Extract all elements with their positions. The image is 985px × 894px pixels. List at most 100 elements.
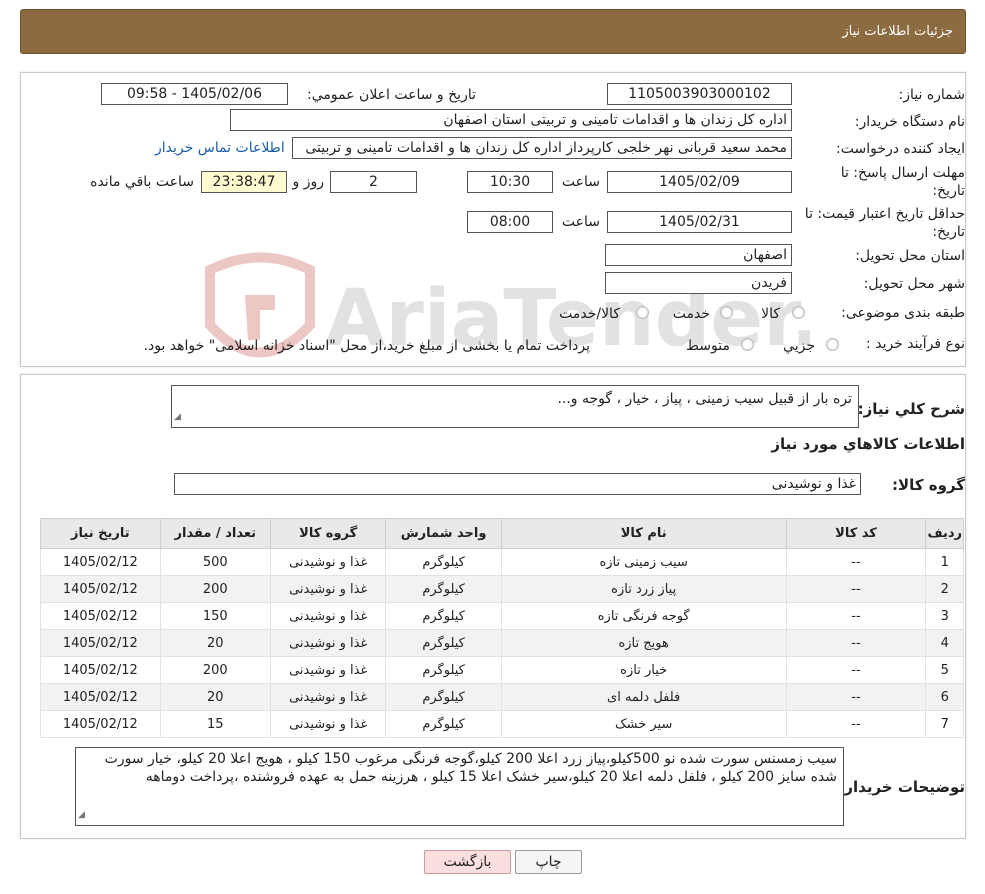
process-radio-partial[interactable] xyxy=(826,338,839,351)
cell-date: 1405/02/12 xyxy=(40,548,161,576)
table-row: 1 -- سیب زمینی تازه کیلوگرم غذا و نوشیدنی 500… xyxy=(40,548,964,576)
announce-label: تاريخ و ساعت اعلان عمومي: xyxy=(307,87,476,103)
col-header-quantity: تعداد / مقدار xyxy=(159,518,271,549)
page-title: جزئیات اطلاعات نیاز xyxy=(842,24,953,39)
cell-date: 1405/02/12 xyxy=(40,656,161,684)
cell-group: غذا و نوشیدنی xyxy=(269,602,387,630)
cell-quantity: 20 xyxy=(159,629,271,657)
category-radio-service[interactable] xyxy=(720,306,733,319)
cell-date: 1405/02/12 xyxy=(40,683,161,711)
cell-group: غذا و نوشیدنی xyxy=(269,683,387,711)
category-radio-goods-service[interactable] xyxy=(636,306,649,319)
cell-quantity: 500 xyxy=(159,548,271,576)
cell-date: 1405/02/12 xyxy=(40,710,161,738)
col-header-row-number: ردیف xyxy=(925,518,964,549)
cell-row-number: 2 xyxy=(925,575,964,603)
cell-row-number: 6 xyxy=(925,683,964,711)
cell-row-number: 1 xyxy=(925,548,964,576)
goods-info-title: اطلاعات کالاهاي مورد نياز xyxy=(771,435,965,453)
buyer-notes-textarea[interactable]: سیب زمسنس سورت شده نو 500کیلو،پیاز زرد ا… xyxy=(75,747,844,826)
cell-name: گوجه فرنگی تازه xyxy=(500,602,787,630)
cell-quantity: 200 xyxy=(159,656,271,684)
province-label: استان محل تحویل: xyxy=(855,248,965,264)
goods-group-field: غذا و نوشیدنی xyxy=(174,473,861,495)
category-option-service: خدمت xyxy=(672,306,710,322)
col-header-group: گروه کالا xyxy=(269,518,387,549)
buyer-notes-label: توضیحات خریدار: xyxy=(838,778,965,796)
table-row: 6 -- فلفل دلمه ای کیلوگرم غذا و نوشیدنی 20 140… xyxy=(40,683,964,711)
cell-unit: کیلوگرم xyxy=(385,548,502,576)
cell-unit: کیلوگرم xyxy=(385,656,502,684)
table-row: 4 -- هویج تازه کیلوگرم غذا و نوشیدنی 20 1405/0… xyxy=(40,629,964,657)
back-button[interactable]: بازگشت xyxy=(424,850,511,874)
cell-row-number: 5 xyxy=(925,656,964,684)
cell-code: -- xyxy=(785,602,927,630)
cell-unit: کیلوگرم xyxy=(385,575,502,603)
cell-code: -- xyxy=(785,548,927,576)
cell-code: -- xyxy=(785,575,927,603)
cell-group: غذا و نوشیدنی xyxy=(269,575,387,603)
cell-row-number: 4 xyxy=(925,629,964,657)
cell-group: غذا و نوشیدنی xyxy=(269,656,387,684)
process-option-medium: متوسط xyxy=(686,338,730,354)
page-header: جزئیات اطلاعات نیاز xyxy=(20,9,966,54)
cell-quantity: 20 xyxy=(159,683,271,711)
cell-group: غذا و نوشیدنی xyxy=(269,629,387,657)
cell-group: غذا و نوشیدنی xyxy=(269,710,387,738)
cell-code: -- xyxy=(785,629,927,657)
goods-table: ردیف کد کالا نام کالا واحد شمارش گروه کا… xyxy=(40,518,964,738)
resize-grip-icon[interactable]: ◢ xyxy=(174,408,181,426)
table-row: 7 -- سیر خشک کیلوگرم غذا و نوشیدنی 15 1405/02/… xyxy=(40,710,964,738)
buyer-notes-text: سیب زمسنس سورت شده نو 500کیلو،پیاز زرد ا… xyxy=(104,751,837,785)
city-field: فریدن xyxy=(605,272,792,294)
creator-label: ایجاد کننده درخواست: xyxy=(836,141,965,157)
announce-field: 1405/02/06 - 09:58 xyxy=(101,83,288,105)
cell-code: -- xyxy=(785,656,927,684)
cell-date: 1405/02/12 xyxy=(40,602,161,630)
cell-name: سیب زمینی تازه xyxy=(500,548,787,576)
goods-group-label: گروه کالا: xyxy=(892,476,965,494)
process-option-partial: جزیي xyxy=(783,338,815,354)
validity-time-field: 08:00 xyxy=(467,211,553,233)
deadline-time-label: ساعت xyxy=(561,174,600,190)
deadline-time-field: 10:30 xyxy=(467,171,553,193)
summary-text: تره بار از قبیل سیب زمینی ، پیاز ، خیار … xyxy=(557,391,852,407)
remaining-label: ساعت باقي مانده xyxy=(90,174,194,190)
print-button[interactable]: چاپ xyxy=(515,850,582,874)
days-field: 2 xyxy=(330,171,417,193)
col-header-unit: واحد شمارش xyxy=(385,518,502,549)
city-label: شهر محل تحویل: xyxy=(863,276,965,292)
cell-unit: کیلوگرم xyxy=(385,710,502,738)
cell-name: هویج تازه xyxy=(500,629,787,657)
table-row: 5 -- خیار تازه کیلوگرم غذا و نوشیدنی 200 1405/… xyxy=(40,656,964,684)
contact-buyer-link[interactable]: اطلاعات تماس خریدار xyxy=(155,140,285,156)
remaining-time-field: 23:38:47 xyxy=(201,171,287,193)
deadline-label-2: تاریخ: xyxy=(932,183,965,199)
cell-code: -- xyxy=(785,683,927,711)
cell-name: سیر خشک xyxy=(500,710,787,738)
resize-grip-icon[interactable]: ◢ xyxy=(78,806,85,824)
cell-row-number: 7 xyxy=(925,710,964,738)
category-option-goods: کالا xyxy=(761,306,780,322)
process-radio-medium[interactable] xyxy=(741,338,754,351)
cell-date: 1405/02/12 xyxy=(40,575,161,603)
cell-unit: کیلوگرم xyxy=(385,683,502,711)
cell-group: غذا و نوشیدنی xyxy=(269,548,387,576)
cell-unit: کیلوگرم xyxy=(385,629,502,657)
buyer-label: نام دستگاه خریدار: xyxy=(854,114,965,130)
cell-unit: کیلوگرم xyxy=(385,602,502,630)
col-header-code: کد کالا xyxy=(785,518,927,549)
process-note: پرداخت تمام یا بخشی از مبلغ خرید،از محل … xyxy=(143,338,590,354)
validity-label: حداقل تاریخ اعتبار قیمت: تا xyxy=(804,206,965,222)
table-row: 3 -- گوجه فرنگی تازه کیلوگرم غذا و نوشیدنی 15… xyxy=(40,602,964,630)
cell-row-number: 3 xyxy=(925,602,964,630)
cell-quantity: 150 xyxy=(159,602,271,630)
validity-time-label: ساعت xyxy=(561,214,600,230)
summary-textarea[interactable]: تره بار از قبیل سیب زمینی ، پیاز ، خیار … xyxy=(171,385,859,428)
category-radio-goods[interactable] xyxy=(792,306,805,319)
category-option-goods-service: کالا/خدمت xyxy=(559,306,620,322)
deadline-date-field: 1405/02/09 xyxy=(607,171,792,193)
cell-code: -- xyxy=(785,710,927,738)
province-field: اصفهان xyxy=(605,244,792,266)
need-number-label: شماره نیاز: xyxy=(898,87,966,103)
